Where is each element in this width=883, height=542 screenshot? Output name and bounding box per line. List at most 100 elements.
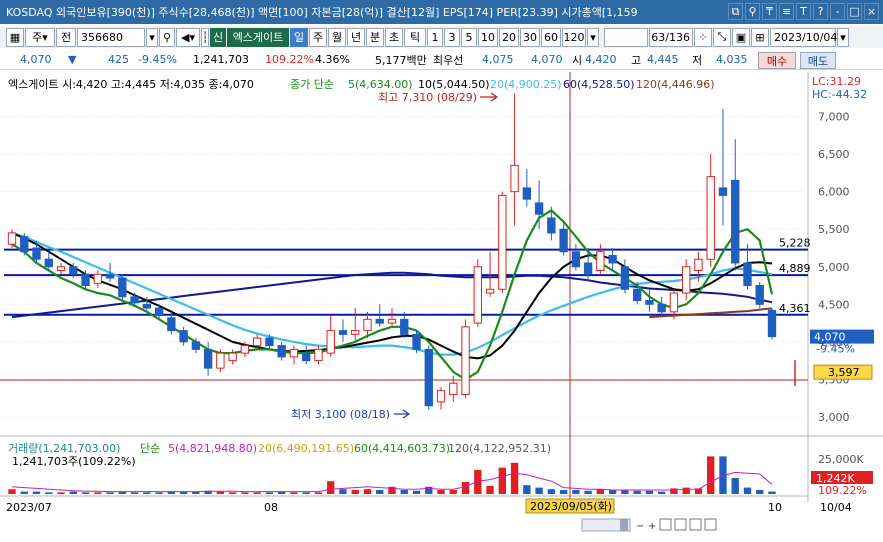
legend-close-label: 종가 단순 bbox=[290, 78, 334, 91]
marker-price-label: 3,597 bbox=[828, 366, 860, 379]
calendar-icon[interactable]: ⊞ bbox=[751, 27, 769, 47]
pin-icon[interactable]: ₸ bbox=[762, 3, 777, 20]
chevron-down-icon[interactable]: ▾ bbox=[146, 27, 158, 47]
volume-legend-ma60: 60(4,414,603.73) bbox=[354, 442, 450, 455]
view-count-input[interactable]: 63/136 bbox=[649, 27, 693, 47]
minimize-button[interactable]: - bbox=[830, 3, 845, 20]
interval-1-button[interactable]: 1 bbox=[427, 27, 443, 47]
turnover-rate: 4.36% bbox=[315, 53, 350, 66]
candle-body bbox=[203, 348, 213, 369]
interval-20-button[interactable]: 20 bbox=[499, 27, 519, 47]
candle-body bbox=[265, 337, 274, 347]
stock-name-label: 엑스게이트 bbox=[227, 27, 289, 47]
candle-body bbox=[522, 187, 532, 200]
chevron-down-icon[interactable]: ▾ bbox=[837, 27, 849, 47]
period-minute-tab[interactable]: 분 bbox=[366, 27, 384, 47]
candle-body bbox=[326, 330, 335, 354]
buy-button[interactable]: 매수 bbox=[758, 52, 796, 69]
search-icon[interactable]: ⚲ bbox=[159, 27, 175, 47]
market-all-button[interactable]: 전 bbox=[56, 27, 76, 47]
maximize-button[interactable]: □ bbox=[847, 3, 862, 20]
candle-body bbox=[767, 309, 777, 338]
window-title: KOSDAQ 외국인보유[390(천)] 주식수[28,468(천)] 액면[1… bbox=[6, 6, 638, 19]
menu-icon[interactable]: ≡ bbox=[779, 3, 794, 20]
interval-120-button[interactable]: 120 bbox=[562, 27, 586, 47]
period-year-tab[interactable]: 년 bbox=[347, 27, 365, 47]
chart-area: 5,228 4,889 4,361 7,000 6,500 6,000 5,500 5,00… bbox=[0, 72, 883, 539]
scroll-thumb[interactable] bbox=[620, 519, 628, 531]
candle-body bbox=[252, 337, 262, 347]
interval-3-button[interactable]: 3 bbox=[444, 27, 460, 47]
period-month-tab[interactable]: 월 bbox=[328, 27, 346, 47]
candle-body bbox=[228, 352, 237, 362]
date-label-end: 10/04 bbox=[820, 501, 852, 514]
date-label-aug: 08 bbox=[264, 501, 278, 514]
help-icon[interactable]: ? bbox=[813, 3, 828, 20]
close-button[interactable]: × bbox=[864, 3, 879, 20]
next-icon[interactable] bbox=[674, 518, 687, 531]
best-bid: 4,070 bbox=[531, 53, 563, 66]
volume-bar bbox=[216, 491, 225, 494]
candle-body bbox=[387, 318, 397, 324]
candle-body bbox=[510, 164, 519, 193]
price-chart[interactable]: 5,228 4,889 4,361 7,000 6,500 6,000 5,500 5,00… bbox=[0, 72, 883, 539]
zoom-in-icon[interactable]: + bbox=[648, 521, 656, 532]
volume-bar bbox=[670, 488, 678, 494]
candle-body bbox=[277, 345, 286, 358]
candle-body bbox=[731, 179, 740, 264]
crosshair-icon[interactable]: ⤡ bbox=[713, 27, 731, 47]
volume-bar bbox=[57, 492, 65, 494]
chevron-down-icon[interactable]: ▾ bbox=[587, 27, 599, 47]
volume-bar bbox=[253, 492, 261, 494]
reset-icon[interactable] bbox=[704, 518, 717, 531]
search-icon[interactable]: ⚲ bbox=[745, 3, 760, 20]
layout-icon[interactable]: ▦ bbox=[6, 27, 24, 47]
candle-body bbox=[69, 266, 78, 275]
candle-body bbox=[32, 247, 41, 260]
interval-30-button[interactable]: 30 bbox=[520, 27, 540, 47]
zoom-out-icon[interactable]: − bbox=[636, 521, 644, 532]
date-input[interactable]: 2023/10/04 bbox=[770, 27, 837, 47]
price-change: 425 bbox=[108, 53, 129, 66]
current-price-pct: -9.45% bbox=[816, 343, 855, 356]
stock-code-input[interactable]: 356680 bbox=[77, 27, 145, 47]
prev-icon[interactable] bbox=[659, 518, 672, 531]
end-icon[interactable] bbox=[689, 518, 702, 531]
volume-bar bbox=[535, 487, 543, 494]
best-price-label: 최우선 bbox=[433, 53, 464, 67]
interval-5-button[interactable]: 5 bbox=[461, 27, 477, 47]
interval-60-button[interactable]: 60 bbox=[541, 27, 561, 47]
volume-axis-tick: 25,000K bbox=[818, 453, 864, 466]
font-icon[interactable]: T bbox=[796, 3, 811, 20]
interval-10-button[interactable]: 10 bbox=[478, 27, 498, 47]
candle-body bbox=[583, 262, 593, 275]
sell-button[interactable]: 매도 bbox=[800, 52, 836, 69]
period-second-tab[interactable]: 초 bbox=[385, 27, 403, 47]
cursor-date-label: 2023/09/05(화) bbox=[530, 500, 612, 513]
current-price: 4,070 bbox=[20, 53, 52, 66]
candle-body bbox=[632, 288, 642, 302]
link-icon[interactable]: ⧉ bbox=[728, 3, 743, 20]
scroll-controls[interactable]: − + bbox=[581, 518, 717, 532]
hc-value: HC:-44.32 bbox=[812, 88, 867, 101]
volume-bar bbox=[682, 487, 690, 494]
legend-ma10: 10(5,044.50) bbox=[418, 78, 490, 91]
candle-body bbox=[375, 318, 384, 324]
period-week-tab[interactable]: 주 bbox=[309, 27, 327, 47]
candle-body bbox=[596, 251, 605, 272]
volume-bar bbox=[106, 492, 114, 494]
period-tick-tab[interactable]: 틱 bbox=[404, 27, 426, 47]
spacer-field bbox=[604, 27, 648, 47]
volume-bar bbox=[155, 492, 163, 494]
period-day-tab[interactable]: 일 bbox=[290, 27, 308, 47]
candle-body bbox=[105, 273, 115, 279]
volume-bar bbox=[707, 456, 715, 494]
speaker-icon[interactable]: ◀▾ bbox=[176, 27, 200, 47]
volume-bar bbox=[547, 489, 556, 494]
grid-icon[interactable]: ⁘ bbox=[694, 27, 712, 47]
candle-body bbox=[461, 326, 470, 395]
candle-body bbox=[436, 390, 446, 403]
save-icon[interactable]: ▣ bbox=[732, 27, 750, 47]
volume-bar bbox=[8, 489, 16, 494]
market-select[interactable]: 주 ▾ bbox=[25, 27, 55, 47]
